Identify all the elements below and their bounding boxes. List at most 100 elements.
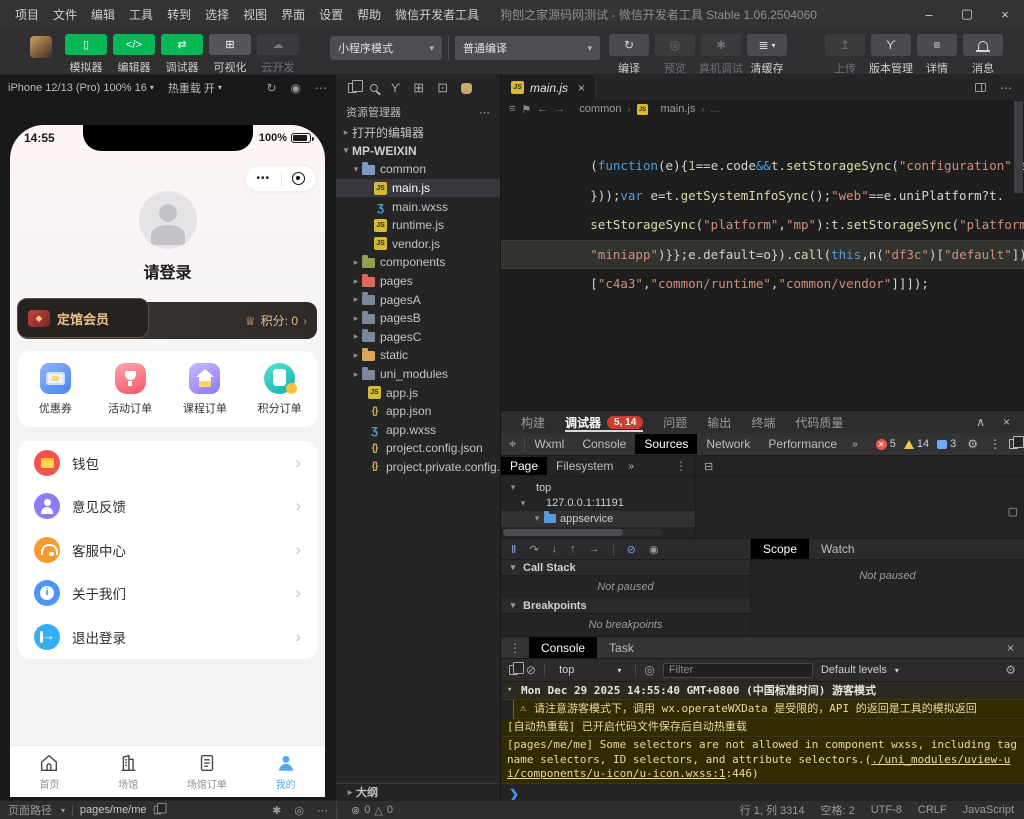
pause-icon[interactable]: Ⅱ [511,543,516,556]
login-prompt[interactable]: 请登录 [10,259,325,283]
capsule-close-icon[interactable] [282,172,317,185]
gear-icon[interactable]: ⚙ [964,437,981,451]
tree-item[interactable]: components [336,253,500,272]
scope-tab[interactable]: Scope [751,539,809,559]
menu-item[interactable]: 界面 [274,6,312,23]
list-item[interactable]: 意见反馈 › [22,485,313,529]
panel-toggle[interactable]: ▯ 模拟器 [62,34,110,75]
menu-item[interactable]: 转到 [160,6,198,23]
panel-tab[interactable]: 终端 [741,411,785,433]
search-icon[interactable] [370,84,378,92]
hand-icon[interactable] [461,83,472,94]
outline-section[interactable]: 大纲 [336,783,500,800]
tree-item[interactable]: project.private.config.js... [336,458,500,477]
console-message[interactable]: [pages/me/me] Some selectors are not all… [501,737,1024,784]
console-message[interactable]: ▾ Mon Dec 29 2025 14:55:40 GMT+0800 (中国标… [501,682,1024,700]
step-icon[interactable]: → [589,543,600,555]
menu-item[interactable]: 视图 [236,6,274,23]
tree-item[interactable]: pagesA [336,290,500,309]
sources-nav-tab[interactable]: Filesystem [547,457,622,475]
eye-icon[interactable]: ◎ [644,663,654,677]
more-icon[interactable]: ••• [246,173,281,184]
deactivate-breakpoints-icon[interactable]: ⊘ [627,543,636,556]
page-path-label[interactable]: 页面路径 [8,802,52,818]
console-message[interactable]: ⚠ 请注意游客模式下，调用 wx.operateWXData 是受限的，API … [513,700,1024,718]
pause-on-exceptions-icon[interactable]: ◉ [649,543,659,556]
inspect-icon[interactable]: ⌖ [501,436,525,452]
console-sidebar-icon[interactable] [509,665,518,675]
devtools-tab[interactable]: Console [573,434,635,454]
action-button[interactable]: ≣ ▾ 清缓存 [744,34,790,76]
preview-icon[interactable]: ⊡ [437,80,448,96]
devtools-tab[interactable]: Sources [635,434,697,454]
devtools-tab[interactable]: Wxml [525,434,573,454]
files-icon[interactable] [348,83,357,93]
split-editor-icon[interactable] [975,83,986,92]
action-button[interactable]: 消息 [960,34,1006,76]
step-over-icon[interactable]: ↷ [529,543,538,556]
tree-item[interactable]: MP-WEIXIN [336,142,500,161]
list-item[interactable]: 关于我们 › [22,572,313,616]
tree-item[interactable]: common [336,160,500,179]
list-item[interactable]: 客服中心 › [22,528,313,572]
scope-tab[interactable]: Watch [809,539,867,559]
problems-summary[interactable]: ⊗ 0 △ 0 [336,801,393,819]
menu-item[interactable]: 项目 [8,6,46,23]
menu-item[interactable]: 微信开发者工具 [388,6,486,23]
clear-console-icon[interactable]: ⊘ [526,663,536,677]
bug-icon[interactable]: ✱ [272,804,281,817]
sources-tree-item[interactable]: 127.0.0.1:11191 [501,496,695,512]
gear-icon[interactable]: ⚙ [1005,663,1016,677]
message-count[interactable]: 3 [937,438,956,450]
list-icon[interactable]: ≡ [509,103,515,115]
tree-item[interactable]: pages [336,272,500,291]
refresh-icon[interactable]: ↻ [266,81,276,95]
language-mode[interactable]: JavaScript [963,804,1014,816]
action-button[interactable]: ≡ 详情 [914,34,960,76]
more-tabs-icon[interactable]: » [846,439,864,450]
menu-item[interactable]: 文件 [46,6,84,23]
console-message[interactable]: [自动热重载] 已开启代码文件保存后自动热重载 [501,719,1024,737]
order-shortcut[interactable]: 活动订单 [93,363,168,416]
close-icon[interactable]: × [1003,415,1010,429]
bookmark-icon[interactable]: ⚑ [521,103,531,116]
breadcrumb-folder[interactable]: common [579,103,621,115]
order-shortcut[interactable]: 课程订单 [168,363,243,416]
levels-select[interactable]: Default levels ▾ [821,664,899,676]
copy-icon[interactable] [153,806,161,815]
panel-tab[interactable]: 问题 [653,411,697,433]
panel-toggle[interactable]: </> 编辑器 [110,34,158,75]
source-control-icon[interactable]: ϒ [391,81,400,95]
member-card[interactable]: ◆ 定馆会员 ♕ 积分: 0 › [18,302,317,339]
close-icon[interactable]: × [997,637,1024,658]
action-button[interactable]: ↻ 编译 [606,34,652,76]
encoding[interactable]: UTF-8 [871,804,902,816]
tree-item[interactable]: static [336,346,500,365]
warning-count[interactable]: 14 [904,438,929,450]
eol-setting[interactable]: CRLF [918,804,947,816]
extensions-icon[interactable]: ⊞ [413,80,424,96]
menu-item[interactable]: 选择 [198,6,236,23]
indent-setting[interactable]: 空格: 2 [821,802,855,818]
action-button[interactable]: ↥ 上传 [822,34,868,76]
mode-select[interactable]: 小程序模式 ▾ [330,36,442,60]
tree-item[interactable]: main.js [336,179,500,198]
breadcrumb-symbol[interactable]: ... [710,103,719,115]
sources-nav-tab[interactable]: Page [501,457,547,475]
tree-item[interactable]: runtime.js [336,216,500,235]
kebab-icon[interactable]: ⋮ [989,437,1001,451]
tree-item[interactable]: uni_modules [336,365,500,384]
tabbar-item[interactable]: 场馆订单 [168,746,247,797]
panel-tab[interactable]: 输出 [697,411,741,433]
sources-tree-item[interactable]: appservice [501,511,695,527]
tree-item[interactable]: pagesC [336,328,500,347]
devtools-tab[interactable]: Network [697,434,759,454]
tree-item[interactable]: vendor.js [336,235,500,254]
console-tab[interactable]: Console [529,637,597,658]
order-shortcut[interactable]: 优惠券 [18,363,93,416]
avatar[interactable] [30,36,52,58]
tree-item[interactable]: 打开的编辑器 [336,123,500,142]
panel-toggle[interactable]: ⇄ 调试器 [158,34,206,75]
toggle-navigator-icon[interactable]: ⊟ [696,460,721,473]
action-button[interactable]: ϒ 版本管理 [868,34,914,76]
